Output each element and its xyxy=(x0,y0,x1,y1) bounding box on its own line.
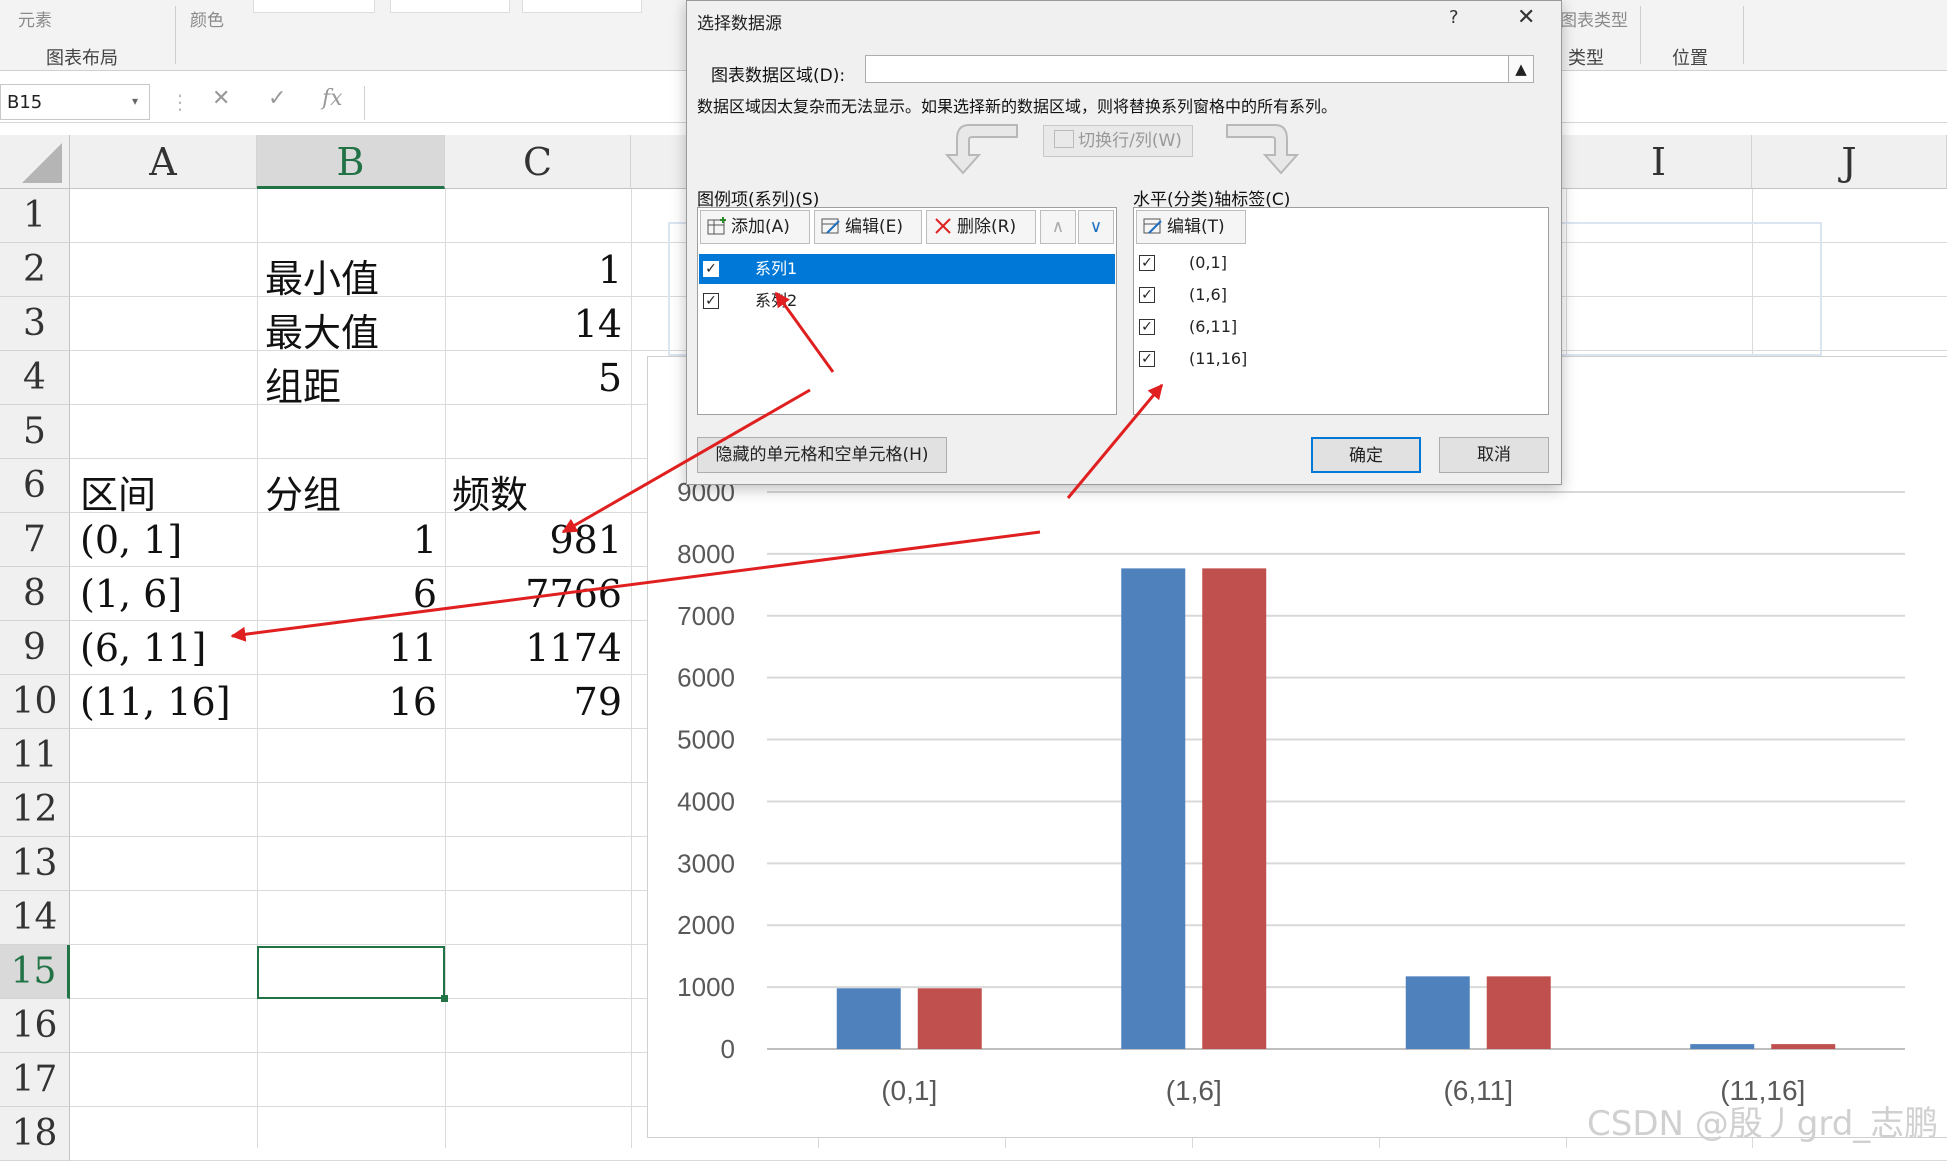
ok-button[interactable]: 确定 xyxy=(1311,437,1421,473)
chart-bar[interactable] xyxy=(1121,568,1186,1049)
chart-bar[interactable] xyxy=(917,988,982,1049)
checkbox-checked-icon[interactable]: ✓ xyxy=(1139,351,1155,367)
checkbox-checked-icon[interactable]: ✓ xyxy=(1139,287,1155,303)
axis-label-text: (0,1] xyxy=(1189,253,1227,272)
add-table-icon xyxy=(707,217,726,235)
add-series-label: 添加(A) xyxy=(731,217,790,237)
switch-icon xyxy=(1054,130,1075,148)
chart-bar[interactable] xyxy=(1486,976,1551,1049)
chart-bar[interactable] xyxy=(836,988,901,1049)
delete-series-label: 删除(R) xyxy=(957,217,1017,237)
series-list-item[interactable]: ✓ 系列2 xyxy=(699,286,1115,316)
axis-label-item[interactable]: ✓ (11,16] xyxy=(1135,344,1547,374)
series-name: 系列2 xyxy=(755,291,798,310)
series-name: 系列1 xyxy=(755,259,798,278)
checkbox-checked-icon[interactable]: ✓ xyxy=(703,261,719,277)
y-tick-label: 4000 xyxy=(677,786,735,816)
series-list-item[interactable]: ✓ 系列1 xyxy=(699,254,1115,284)
select-data-source-dialog: 选择数据源 ? ✕ 图表数据区域(D): ▲ 数据区域因太复杂而无法显示。如果选… xyxy=(686,0,1562,485)
axis-label-text: (1,6] xyxy=(1189,285,1227,304)
y-tick-label: 6000 xyxy=(677,663,735,693)
y-tick-label: 1000 xyxy=(677,972,735,1002)
axis-label-item[interactable]: ✓ (0,1] xyxy=(1135,248,1547,278)
axis-label-item[interactable]: ✓ (6,11] xyxy=(1135,312,1547,342)
y-tick-label: 2000 xyxy=(677,910,735,940)
cancel-button[interactable]: 取消 xyxy=(1439,437,1549,473)
csdn-watermark: CSDN @殷丿grd_志鹏 xyxy=(1587,1104,1939,1144)
edit-table-icon xyxy=(1143,218,1162,234)
checkbox-checked-icon[interactable]: ✓ xyxy=(703,293,719,309)
legend-entries-panel: 添加(A) 编辑(E) 删除(R) ∧ ∨ ✓ 系列1 ✓ 系列2 xyxy=(697,207,1117,415)
switch-row-column-label: 切换行/列(W) xyxy=(1078,131,1182,151)
axis-label-text: (11,16] xyxy=(1189,349,1248,368)
y-tick-label: 3000 xyxy=(677,848,735,878)
x-tick-label: (6,11] xyxy=(1443,1075,1513,1106)
move-down-icon[interactable]: ∨ xyxy=(1078,210,1114,244)
hidden-empty-cells-button[interactable]: 隐藏的单元格和空单元格(H) xyxy=(697,437,947,473)
axis-label-item[interactable]: ✓ (1,6] xyxy=(1135,280,1547,310)
y-tick-label: 8000 xyxy=(677,539,735,569)
add-series-button[interactable]: 添加(A) xyxy=(700,210,810,244)
y-tick-label: 5000 xyxy=(677,725,735,755)
y-tick-label: 0 xyxy=(721,1034,735,1064)
delete-x-icon xyxy=(935,218,951,234)
collapse-range-icon[interactable]: ▲ xyxy=(1508,55,1534,83)
move-up-icon[interactable]: ∧ xyxy=(1040,210,1076,244)
arrow-left-icon xyxy=(944,124,1018,175)
switch-row-column-button[interactable]: 切换行/列(W) xyxy=(1043,125,1193,157)
edit-axis-labels-button[interactable]: 编辑(T) xyxy=(1136,210,1246,244)
help-icon[interactable]: ? xyxy=(1449,7,1459,28)
chart-bar[interactable] xyxy=(1405,976,1470,1049)
x-tick-label: (1,6] xyxy=(1166,1075,1222,1106)
axis-labels-panel: 编辑(T) ✓ (0,1] ✓ (1,6] ✓ (6,11] ✓ (11,16] xyxy=(1133,207,1549,415)
chart-bar[interactable] xyxy=(1771,1044,1836,1049)
edit-series-button[interactable]: 编辑(E) xyxy=(814,210,922,244)
delete-series-button[interactable]: 删除(R) xyxy=(926,210,1036,244)
x-tick-label: (0,1] xyxy=(881,1075,937,1106)
axis-label-text: (6,11] xyxy=(1189,317,1238,336)
arrow-right-icon xyxy=(1226,124,1300,175)
edit-table-icon xyxy=(821,218,840,234)
chart-bar[interactable] xyxy=(1202,568,1267,1049)
range-label: 图表数据区域(D): xyxy=(711,66,846,86)
edit-series-label: 编辑(E) xyxy=(845,217,904,237)
checkbox-checked-icon[interactable]: ✓ xyxy=(1139,319,1155,335)
range-note: 数据区域因太复杂而无法显示。如果选择新的数据区域，则将替换系列窗格中的所有系列。 xyxy=(697,97,1338,116)
dialog-title: 选择数据源 xyxy=(697,14,782,34)
y-tick-label: 7000 xyxy=(677,601,735,631)
checkbox-checked-icon[interactable]: ✓ xyxy=(1139,255,1155,271)
close-icon[interactable]: ✕ xyxy=(1517,5,1535,30)
chart-bar[interactable] xyxy=(1690,1044,1755,1049)
edit-axis-label: 编辑(T) xyxy=(1167,217,1225,237)
chart-data-range-input[interactable] xyxy=(865,55,1528,83)
